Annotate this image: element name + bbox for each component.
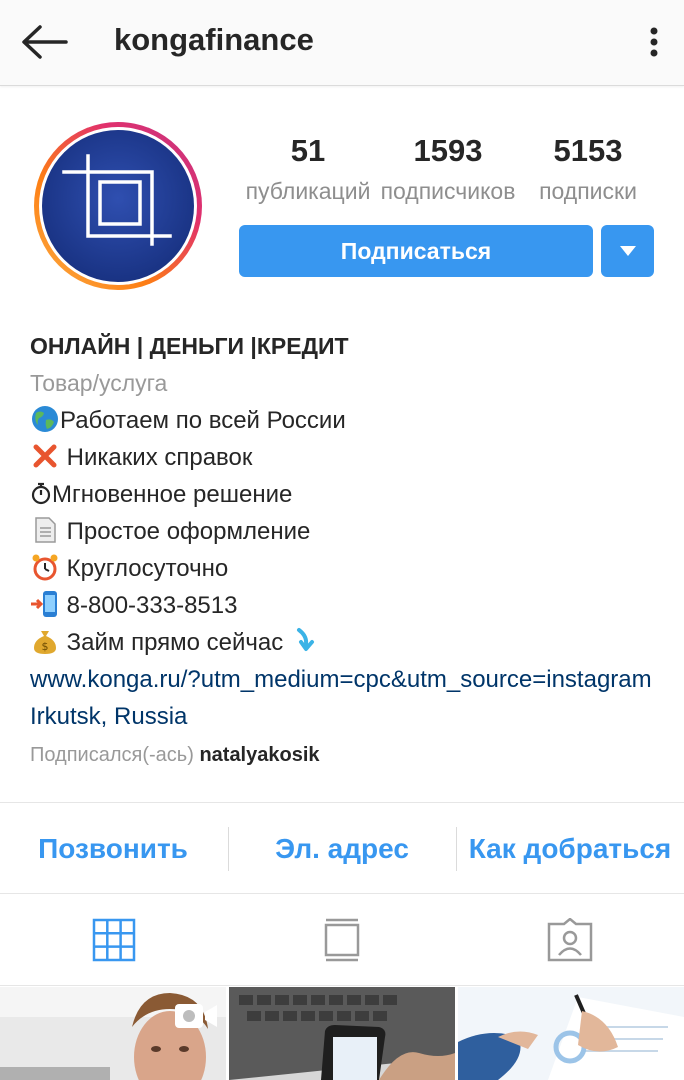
profile-name: ОНЛАЙН | ДЕНЬГИ |КРЕДИТ <box>30 333 349 359</box>
profile-stats: 51 публикаций 1593 подписчиков 5153 подп… <box>238 132 658 212</box>
bio-line: Мгновенное решение <box>30 476 660 513</box>
posts-count: 51 <box>290 133 326 168</box>
video-camera-icon <box>175 1004 217 1028</box>
bio-line-text: Простое оформление <box>60 518 311 545</box>
profile-avatar[interactable] <box>32 120 204 292</box>
tagged-icon <box>547 918 593 962</box>
arrow-back-icon <box>22 25 68 59</box>
post-thumbnail[interactable] <box>229 987 455 1080</box>
svg-text:$: $ <box>42 640 49 653</box>
bio-line-text: Круглосуточно <box>60 555 229 582</box>
post-thumbnail[interactable] <box>0 987 226 1080</box>
crop-logo-icon <box>34 122 202 290</box>
more-vertical-icon <box>650 27 658 57</box>
website-link[interactable]: www.konga.ru/?utm_medium=cpc&utm_source=… <box>30 661 660 698</box>
bio-line: Круглосуточно <box>30 550 660 587</box>
profile-bio: ОНЛАЙН | ДЕНЬГИ |КРЕДИТ Товар/услуга Раб… <box>30 328 660 771</box>
tab-tagged[interactable] <box>456 894 684 986</box>
bio-line-text: Мгновенное решение <box>52 481 293 508</box>
bio-line-text: 8-800-333-8513 <box>60 592 238 619</box>
stat-following[interactable]: 5153 подписки <box>518 132 658 212</box>
feed-icon <box>324 918 360 962</box>
back-button[interactable] <box>18 20 70 64</box>
top-bar: kongafinance <box>0 0 684 86</box>
bio-line: Простое оформление <box>30 513 660 550</box>
globe-emoji <box>30 404 60 434</box>
email-button[interactable]: Эл. адрес <box>236 803 448 895</box>
stat-posts[interactable]: 51 публикаций <box>238 132 378 212</box>
location-link[interactable]: Irkutsk, Russia <box>30 698 660 735</box>
tab-grid[interactable] <box>0 894 228 986</box>
laptop-and-phone <box>229 987 455 1080</box>
money-bag-emoji: $ <box>30 626 60 656</box>
bio-line-text: Работаем по всей России <box>60 407 346 434</box>
divider <box>456 827 457 871</box>
grid-icon <box>92 918 136 962</box>
follow-button[interactable]: Подписаться <box>239 225 593 277</box>
post-thumbnail[interactable] <box>458 987 684 1080</box>
tab-feed[interactable] <box>228 894 456 986</box>
followed-by-prefix: Подписался(-ась) <box>30 744 200 766</box>
following-count: 5153 <box>553 133 623 168</box>
directions-button[interactable]: Как добраться <box>464 803 676 895</box>
followed-by[interactable]: Подписался(-ась) natalyakosik <box>30 739 660 771</box>
page-title: kongafinance <box>114 22 314 57</box>
post-grid <box>0 987 684 1080</box>
followed-by-user: natalyakosik <box>199 744 320 766</box>
followers-count: 1593 <box>413 133 483 168</box>
bio-line-text: Никаких справок <box>60 444 253 471</box>
bio-line: $ Займ прямо сейчас <box>30 624 660 661</box>
more-options-button[interactable] <box>642 20 666 64</box>
stat-followers[interactable]: 1593 подписчиков <box>378 132 518 212</box>
suggestions-dropdown-button[interactable] <box>601 225 654 277</box>
bio-line: Никаких справок <box>30 439 660 476</box>
bio-line: 8-800-333-8513 <box>30 587 660 624</box>
posts-label: публикаций <box>245 178 371 204</box>
caret-down-icon <box>620 246 636 256</box>
bio-line: Работаем по всей России <box>30 402 660 439</box>
followers-label: подписчиков <box>380 178 516 204</box>
profile-tabs <box>0 894 684 986</box>
alarm-clock-emoji <box>30 552 60 582</box>
contact-actions: Позвонить Эл. адрес Как добраться <box>0 802 684 894</box>
signing-documents <box>458 987 684 1080</box>
divider <box>228 827 229 871</box>
page-emoji <box>30 515 60 545</box>
bio-line-text: Займ прямо сейчас <box>60 629 290 656</box>
calling-phone-emoji <box>30 589 60 619</box>
arrow-down-emoji <box>290 626 320 656</box>
following-label: подписки <box>539 178 637 204</box>
call-button[interactable]: Позвонить <box>8 803 218 895</box>
stopwatch-emoji <box>30 478 52 508</box>
cross-mark-emoji <box>30 441 60 471</box>
profile-category: Товар/услуга <box>30 370 168 396</box>
